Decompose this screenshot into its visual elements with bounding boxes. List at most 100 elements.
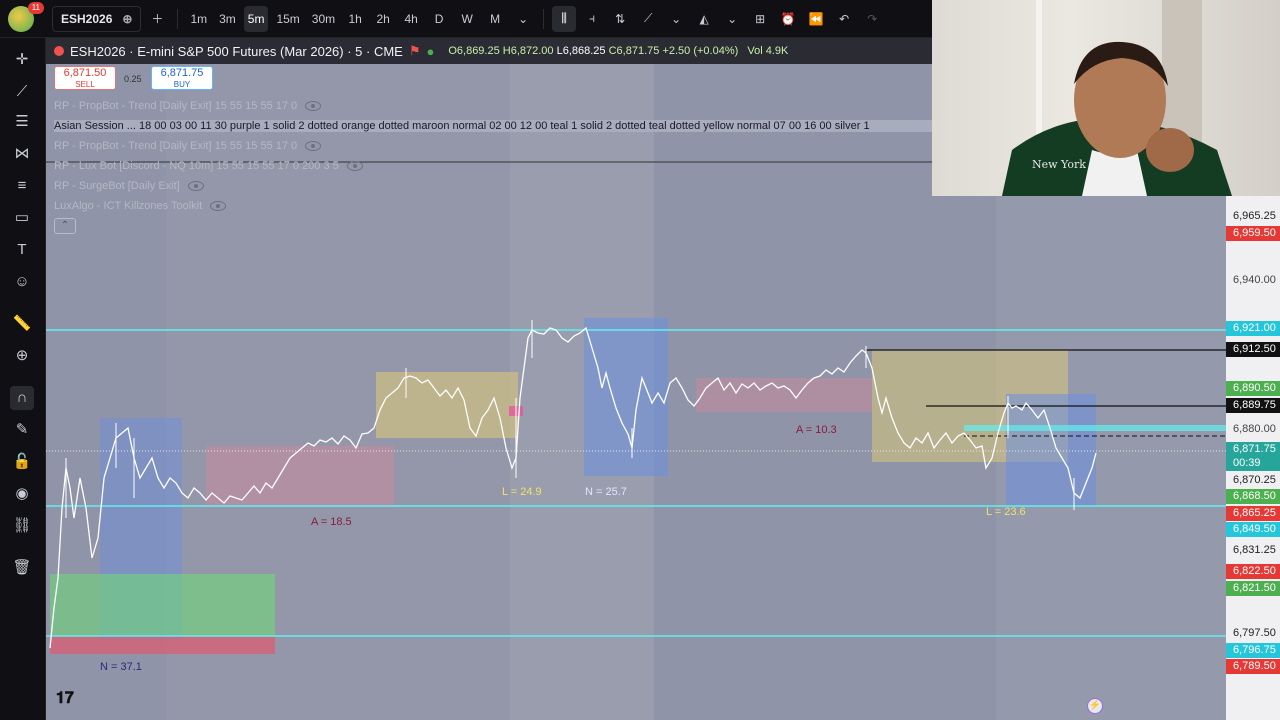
rewind-icon[interactable]: ⏪ — [804, 6, 828, 32]
lock-icon[interactable]: 🔓 — [10, 450, 34, 474]
replay-icon[interactable]: ⇅ — [608, 6, 632, 32]
price-label: 6,789.50 — [1226, 659, 1280, 674]
bar-chart-icon[interactable]: ⫞ — [580, 6, 604, 32]
exchange-icon — [54, 46, 64, 56]
pattern-icon[interactable]: ⋈ — [10, 142, 34, 166]
chevron-down-icon[interactable]: ⌄ — [720, 6, 744, 32]
fib-icon[interactable]: ☰ — [10, 110, 34, 134]
chevron-down-icon[interactable]: ⌄ — [664, 6, 688, 32]
close-value: C6,871.75 — [608, 45, 660, 57]
zone-box-red[interactable] — [696, 378, 872, 412]
price-label: 6,965.25 — [1226, 209, 1280, 224]
compare-icon[interactable]: ⊕ — [122, 12, 132, 26]
text-icon[interactable]: T — [10, 238, 34, 262]
zoom-icon[interactable]: ⊕ — [10, 344, 34, 368]
top-toolbar: 11 ESH2026 ⊕ ＋ 1m 3m 5m 15m 30m 1h 2h 4h… — [0, 0, 932, 38]
timeframe-1h[interactable]: 1h — [343, 6, 367, 32]
timeframe-5m[interactable]: 5m — [243, 5, 269, 32]
price-label: 00:39 — [1226, 456, 1280, 471]
indicator-label: RP - PropBot - Trend [Daily Exit] 15 55 … — [54, 140, 298, 152]
zone-box-red[interactable] — [50, 636, 275, 654]
sell-label: SELL — [75, 80, 95, 89]
eye-icon[interactable] — [305, 101, 322, 111]
price-label: 6,796.75 — [1226, 643, 1280, 658]
lightning-icon[interactable]: ⚡ — [1087, 698, 1103, 714]
link-icon[interactable]: ⛓ — [10, 514, 34, 538]
crosshair-icon[interactable]: ✛ — [10, 48, 34, 72]
ruler-icon[interactable]: 📏 — [10, 312, 34, 336]
price-label: 6,871.75 — [1226, 442, 1280, 457]
symbol-search[interactable]: ESH2026 ⊕ — [52, 5, 142, 32]
timeframe-4h[interactable]: 4h — [399, 6, 423, 32]
zone-box-blue[interactable] — [1006, 394, 1096, 506]
price-label: 6,870.25 — [1226, 473, 1280, 488]
eye-icon[interactable] — [346, 161, 363, 171]
indicator-row[interactable]: RP - PropBot - Trend [Daily Exit] 15 55 … — [54, 140, 322, 152]
price-axis[interactable]: 6,965.25 6,959.50 6,940.00 6,921.00 6,912.50… — [1226, 196, 1280, 720]
indicator-row[interactable]: RP - Lux Bot [Discord - NQ 10m] 15 55 15… — [54, 160, 363, 172]
ohlc-values: O6,869.25 H6,872.00 L6,868.25 C6,871.75 … — [448, 45, 788, 57]
shape-icon[interactable]: ▭ — [10, 206, 34, 230]
collapse-indicators-button[interactable]: ⌃ — [54, 218, 76, 234]
zone-box-green[interactable] — [50, 574, 275, 636]
trash-icon[interactable]: 🗑 — [10, 556, 34, 580]
layout-icon[interactable]: ⊞ — [748, 6, 772, 32]
eye-icon[interactable] — [305, 141, 322, 151]
range-label: N = 37.1 — [100, 661, 142, 673]
symbol-title: ESH2026 · E-mini S&P 500 Futures (Mar 20… — [70, 43, 403, 59]
eye-icon[interactable]: ◉ — [10, 482, 34, 506]
webcam-overlay: New York — [932, 0, 1280, 196]
indicator-row[interactable]: LuxAlgo - ICT Killzones Toolkit — [54, 200, 227, 212]
flag-icon[interactable]: ⚑ — [409, 43, 421, 59]
buy-button[interactable]: 6,871.75 BUY — [151, 66, 213, 90]
price-label: 6,797.50 — [1226, 626, 1280, 641]
chevron-down-icon[interactable]: ⌄ — [511, 6, 535, 32]
magnet-icon[interactable]: ∩ — [10, 386, 34, 410]
timeframe-m[interactable]: M — [483, 6, 507, 32]
timeframe-d[interactable]: D — [427, 6, 451, 32]
timeframe-3m[interactable]: 3m — [215, 6, 240, 32]
pencil-lock-icon[interactable]: ✎ — [10, 418, 34, 442]
eye-icon[interactable] — [210, 201, 227, 211]
open-value: O6,869.25 — [448, 45, 500, 57]
volume-value: Vol 4.9K — [747, 45, 789, 57]
range-label: A = 18.5 — [311, 516, 352, 528]
symbol-legend[interactable]: ESH2026 · E-mini S&P 500 Futures (Mar 20… — [46, 38, 932, 64]
user-avatar[interactable]: 11 — [8, 1, 44, 32]
emoji-icon[interactable]: ☺ — [10, 270, 34, 294]
indicator-label: RP - Lux Bot [Discord - NQ 10m] 15 55 15… — [54, 160, 339, 172]
price-label: 6,831.25 — [1226, 543, 1280, 558]
line-chart-icon[interactable]: ⟋ — [636, 6, 660, 32]
price-label: 6,880.00 — [1226, 422, 1280, 437]
sell-price: 6,871.50 — [63, 67, 107, 79]
position-icon[interactable]: ≡ — [10, 174, 34, 198]
timeframe-2h[interactable]: 2h — [371, 6, 395, 32]
divider — [543, 8, 545, 29]
range-label: N = 25.7 — [585, 486, 627, 498]
eye-icon[interactable] — [187, 181, 204, 191]
indicator-row[interactable]: RP - PropBot - Trend [Daily Exit] 15 55 … — [54, 100, 322, 112]
price-label: 6,890.50 — [1226, 381, 1280, 396]
price-label: 6,822.50 — [1226, 564, 1280, 579]
trend-line-icon[interactable]: ⟋ — [10, 80, 34, 104]
sell-button[interactable]: 6,871.50 SELL — [54, 66, 116, 90]
notification-badge: 11 — [27, 1, 44, 14]
redo-icon[interactable]: ↷ — [860, 6, 884, 32]
timeframe-30m[interactable]: 30m — [308, 6, 339, 32]
add-symbol-button[interactable]: ＋ — [145, 6, 169, 32]
timeframe-w[interactable]: W — [455, 6, 479, 32]
undo-icon[interactable]: ↶ — [832, 6, 856, 32]
indicators-icon[interactable]: ◭ — [692, 6, 716, 32]
timeframe-1m[interactable]: 1m — [186, 6, 211, 32]
market-open-icon: ● — [426, 43, 435, 59]
symbol-name: ESH2026 — [61, 11, 113, 26]
candles-icon[interactable]: ⫼ — [552, 5, 577, 32]
webcam-person-image: New York — [1002, 0, 1232, 196]
alert-icon[interactable]: ⏰ — [776, 6, 800, 32]
indicator-row[interactable]: Asian Session ... 18 00 03 00 11 30 purp… — [54, 120, 932, 132]
buy-label: BUY — [173, 80, 191, 89]
timeframe-15m[interactable]: 15m — [272, 6, 303, 32]
indicator-label: RP - PropBot - Trend [Daily Exit] 15 55 … — [54, 100, 298, 112]
indicator-row[interactable]: RP - SurgeBot [Daily Exit] — [54, 180, 204, 192]
range-label: L = 24.9 — [502, 486, 542, 498]
